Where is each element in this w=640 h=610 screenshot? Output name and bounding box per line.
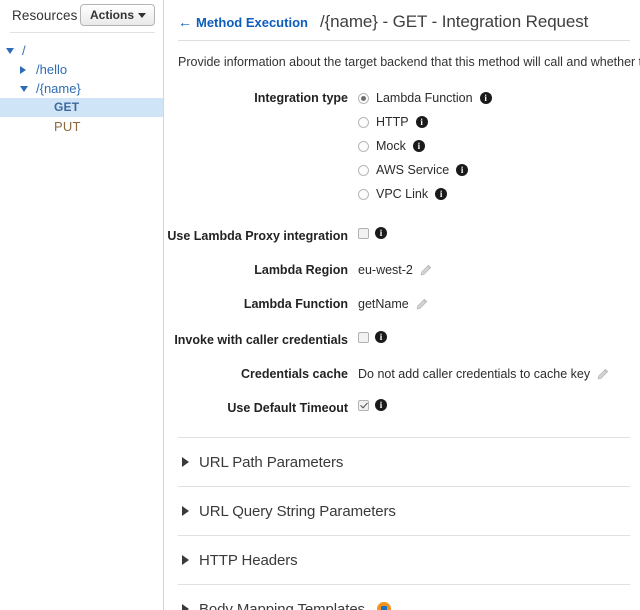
credentials-cache-row: Credentials cache Do not add caller cred…	[164, 365, 640, 383]
arrow-left-icon: ←	[178, 14, 192, 30]
info-icon[interactable]: i	[435, 188, 448, 200]
info-icon[interactable]: i	[412, 140, 425, 152]
accordion-section: HTTP Headers	[178, 536, 630, 585]
caret-right-icon	[182, 555, 189, 565]
lambda-region-label: Lambda Region	[254, 263, 348, 277]
caret-down-icon[interactable]	[20, 85, 32, 92]
status-badge	[376, 602, 391, 610]
radio-button[interactable]	[358, 188, 369, 200]
triangle-down	[20, 85, 28, 92]
lambda-proxy-row: Use Lambda Proxy integration i	[164, 227, 640, 245]
accordion-header[interactable]: HTTP Headers	[178, 536, 630, 584]
tree-item-label: /hello	[36, 62, 68, 77]
accordion-section: URL Path Parameters	[178, 437, 630, 487]
integration-type-label: Integration type	[254, 91, 348, 105]
accordion-title: Body Mapping Templates	[199, 600, 365, 610]
default-timeout-label: Use Default Timeout	[227, 401, 348, 415]
resource-tree: / /hello /{name} GET PUT	[0, 33, 163, 136]
info-icon[interactable]: i	[375, 399, 387, 411]
main-content: ← Method Execution /{name} - GET - Integ…	[164, 0, 640, 610]
edit-pencil-icon[interactable]	[419, 264, 432, 277]
lambda-region-value: eu-west-2	[358, 263, 413, 277]
tree-item-label: GET	[54, 100, 80, 114]
credentials-cache-label: Credentials cache	[241, 367, 348, 381]
integration-type-option[interactable]: Lambda Function i	[358, 89, 492, 107]
accordion-section: URL Query String Parameters	[178, 487, 630, 536]
info-icon[interactable]: i	[479, 92, 492, 104]
resources-sidebar: Resources Actions / /hello /{name} GET PUT	[0, 0, 164, 610]
tree-item-GET[interactable]: GET	[0, 98, 163, 117]
integration-type-option[interactable]: HTTP i	[358, 113, 492, 131]
triangle-down	[6, 47, 14, 54]
accordion-title: HTTP Headers	[199, 551, 298, 569]
tree-item-label: /{name}	[36, 81, 81, 96]
actions-button-label: Actions	[89, 8, 134, 22]
page-description: Provide information about the target bac…	[178, 55, 640, 69]
integration-type-option-label: VPC Link	[376, 187, 429, 201]
integration-type-radio-group[interactable]: Lambda Function i HTTP i Mock i AWS Service i VP…	[358, 89, 492, 209]
integration-request-form: Integration type Lambda Function i HTTP i Mo…	[164, 89, 640, 417]
tree-item-label: /	[22, 43, 26, 58]
triangle-right	[20, 65, 26, 74]
lambda-function-label: Lambda Function	[243, 297, 348, 311]
lambda-region-row: Lambda Region eu-west-2	[164, 261, 640, 279]
header-divider	[178, 40, 630, 41]
tree-item-PUT[interactable]: PUT	[0, 117, 163, 136]
tree-item-hello[interactable]: /hello	[0, 60, 163, 79]
integration-type-option-label: Mock	[376, 139, 406, 153]
caret-right-icon	[182, 604, 189, 610]
caller-credentials-label: Invoke with caller credentials	[174, 333, 348, 347]
integration-type-option[interactable]: VPC Link i	[358, 185, 492, 203]
integration-type-option[interactable]: AWS Service i	[358, 161, 492, 179]
tree-item-[interactable]: /	[0, 41, 163, 60]
info-icon[interactable]: i	[375, 227, 387, 239]
caret-right-icon	[182, 506, 189, 516]
info-icon[interactable]: i	[415, 116, 428, 128]
credentials-cache-value: Do not add caller credentials to cache k…	[358, 367, 591, 381]
integration-type-option[interactable]: Mock i	[358, 137, 492, 155]
caret-right-icon	[182, 457, 189, 467]
app-root: Resources Actions / /hello /{name} GET PUT ←…	[0, 0, 640, 610]
lambda-function-row: Lambda Function getName	[164, 295, 640, 313]
lambda-function-value: getName	[358, 297, 409, 311]
back-to-method-execution-link[interactable]: ← Method Execution	[178, 15, 308, 30]
radio-button[interactable]	[358, 92, 369, 104]
radio-button[interactable]	[358, 116, 369, 128]
page-title: /{name} - GET - Integration Request	[319, 12, 589, 31]
edit-pencil-icon[interactable]	[596, 368, 609, 381]
default-timeout-row: Use Default Timeout i	[164, 399, 640, 417]
chevron-down-icon	[138, 13, 146, 18]
accordion-section: Body Mapping Templates	[178, 585, 630, 610]
accordion-header[interactable]: URL Query String Parameters	[178, 487, 630, 535]
accordion-header[interactable]: Body Mapping Templates	[178, 585, 630, 610]
actions-button[interactable]: Actions	[79, 4, 155, 26]
radio-button[interactable]	[358, 164, 369, 176]
tree-item-name[interactable]: /{name}	[0, 79, 163, 98]
resources-title: Resources	[12, 7, 78, 23]
lambda-proxy-checkbox[interactable]	[358, 227, 369, 239]
info-icon[interactable]: i	[375, 331, 387, 343]
sidebar-header: Resources Actions	[0, 0, 163, 30]
integration-type-option-label: AWS Service	[376, 163, 450, 177]
caller-credentials-row: Invoke with caller credentials i	[164, 331, 640, 349]
back-link-label: Method Execution	[196, 14, 308, 30]
accordion-header[interactable]: URL Path Parameters	[178, 438, 630, 486]
lambda-proxy-label: Use Lambda Proxy integration	[167, 229, 348, 243]
page-head: ← Method Execution /{name} - GET - Integ…	[164, 0, 640, 32]
accordion-title: URL Query String Parameters	[199, 502, 396, 520]
integration-type-option-label: Lambda Function	[376, 91, 473, 105]
default-timeout-checkbox[interactable]	[358, 399, 369, 411]
radio-button[interactable]	[358, 140, 369, 152]
edit-pencil-icon[interactable]	[415, 298, 428, 311]
integration-type-option-label: HTTP	[376, 115, 409, 129]
tree-item-label: PUT	[54, 119, 81, 134]
caret-right-icon[interactable]	[20, 65, 32, 74]
accordion-sections: URL Path Parameters URL Query String Para…	[164, 437, 640, 610]
info-icon[interactable]: i	[456, 164, 469, 176]
caller-credentials-checkbox[interactable]	[358, 331, 369, 343]
integration-type-row: Integration type Lambda Function i HTTP i Mo…	[164, 89, 640, 209]
accordion-title: URL Path Parameters	[199, 453, 344, 471]
caret-down-icon[interactable]	[6, 47, 18, 54]
